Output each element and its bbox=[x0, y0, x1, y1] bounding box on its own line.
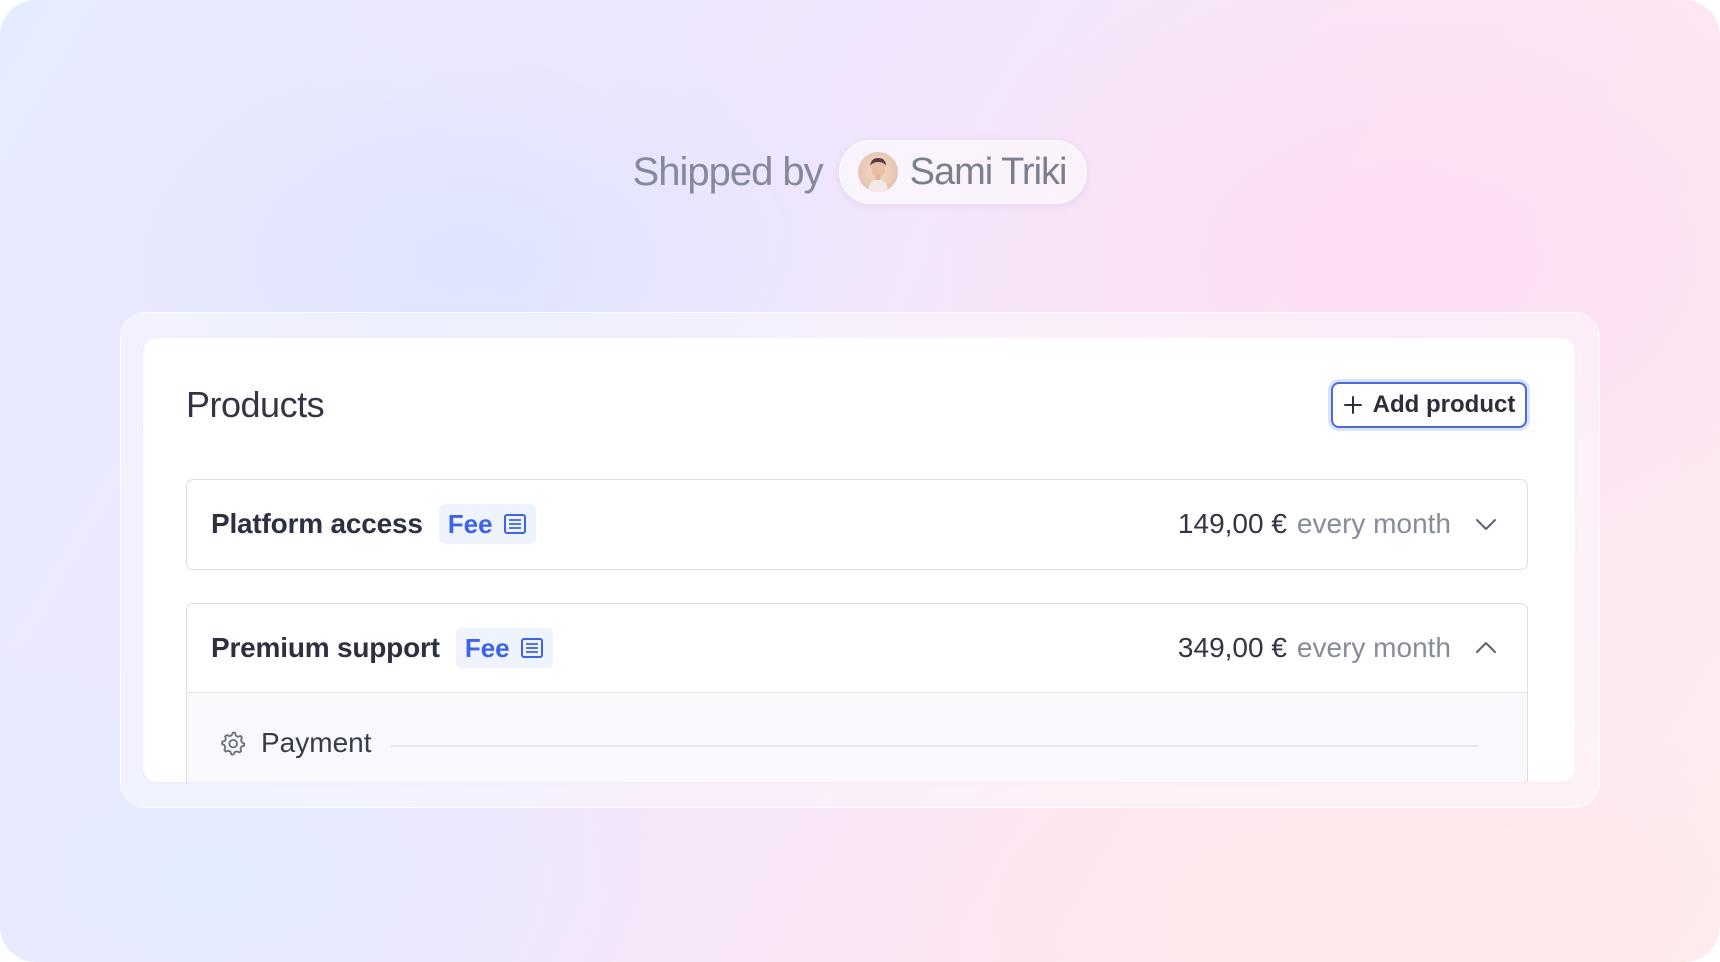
fee-badge: Fee bbox=[438, 504, 536, 544]
product-price: 149,00 € bbox=[1177, 508, 1287, 539]
document-icon bbox=[520, 638, 543, 658]
products-panel: Products Add product Platform access Fee bbox=[143, 338, 1575, 782]
product-row-header[interactable]: Premium support Fee 349,00 € every month bbox=[187, 604, 1527, 692]
product-row-header[interactable]: Platform access Fee 149,00 € every month bbox=[187, 480, 1527, 568]
fee-badge-label: Fee bbox=[464, 632, 510, 663]
product-name: Platform access bbox=[211, 508, 423, 539]
product-row-platform-access[interactable]: Platform access Fee 149,00 € every month bbox=[186, 479, 1528, 570]
payment-section-header[interactable]: Payment bbox=[219, 727, 372, 759]
price-block: 149,00 € every month bbox=[1178, 508, 1503, 540]
section-divider bbox=[391, 745, 1479, 747]
shipped-by-header: Shipped by Sami Triki bbox=[0, 140, 1720, 204]
product-period: every month bbox=[1296, 632, 1451, 663]
fee-badge: Fee bbox=[455, 628, 553, 668]
add-product-label: Add product bbox=[1372, 391, 1516, 418]
product-name: Premium support bbox=[211, 632, 440, 663]
page-title: Products bbox=[186, 384, 325, 425]
payment-label: Payment bbox=[261, 727, 372, 758]
product-details: Payment bbox=[187, 692, 1527, 782]
product-period: every month bbox=[1296, 508, 1451, 539]
product-price: 349,00 € bbox=[1177, 632, 1287, 663]
chevron-up-icon[interactable] bbox=[1473, 635, 1499, 661]
shipped-by-label: Shipped by bbox=[632, 149, 824, 194]
author-pill[interactable]: Sami Triki bbox=[838, 140, 1088, 204]
fee-badge-label: Fee bbox=[447, 508, 493, 539]
plus-icon bbox=[1343, 396, 1362, 414]
gear-icon bbox=[221, 731, 246, 756]
document-icon bbox=[503, 514, 526, 534]
add-product-button[interactable]: Add product bbox=[1331, 382, 1527, 428]
price-block: 349,00 € every month bbox=[1178, 632, 1503, 664]
background-canvas: Shipped by Sami Triki Products Add produ… bbox=[0, 0, 1720, 962]
product-row-premium-support[interactable]: Premium support Fee 349,00 € every month bbox=[186, 603, 1528, 782]
chevron-down-icon[interactable] bbox=[1473, 511, 1499, 537]
author-name: Sami Triki bbox=[909, 150, 1068, 193]
avatar bbox=[857, 152, 898, 192]
